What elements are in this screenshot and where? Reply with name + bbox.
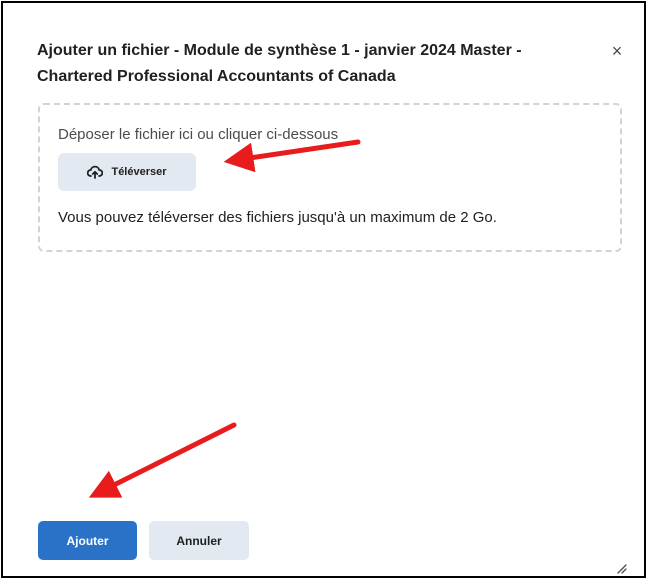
max-size-text: Vous pouvez téléverser des fichiers jusq…: [58, 209, 497, 226]
drop-hint-text: Déposer le fichier ici ou cliquer ci-des…: [58, 126, 339, 143]
add-button[interactable]: Ajouter: [38, 521, 137, 560]
close-icon[interactable]: ×: [607, 40, 627, 62]
dialog-title: Ajouter un fichier - Module de synthèse …: [37, 42, 522, 85]
add-file-dialog: Ajouter un fichier - Module de synthèse …: [1, 1, 646, 578]
cancel-button[interactable]: Annuler: [149, 521, 249, 560]
cloud-upload-icon: [87, 165, 104, 179]
upload-button[interactable]: Téléverser: [58, 153, 196, 191]
file-dropzone[interactable]: Déposer le fichier ici ou cliquer ci-des…: [38, 103, 622, 252]
upload-button-label: Téléverser: [111, 166, 167, 178]
resize-handle-icon[interactable]: [615, 561, 627, 574]
